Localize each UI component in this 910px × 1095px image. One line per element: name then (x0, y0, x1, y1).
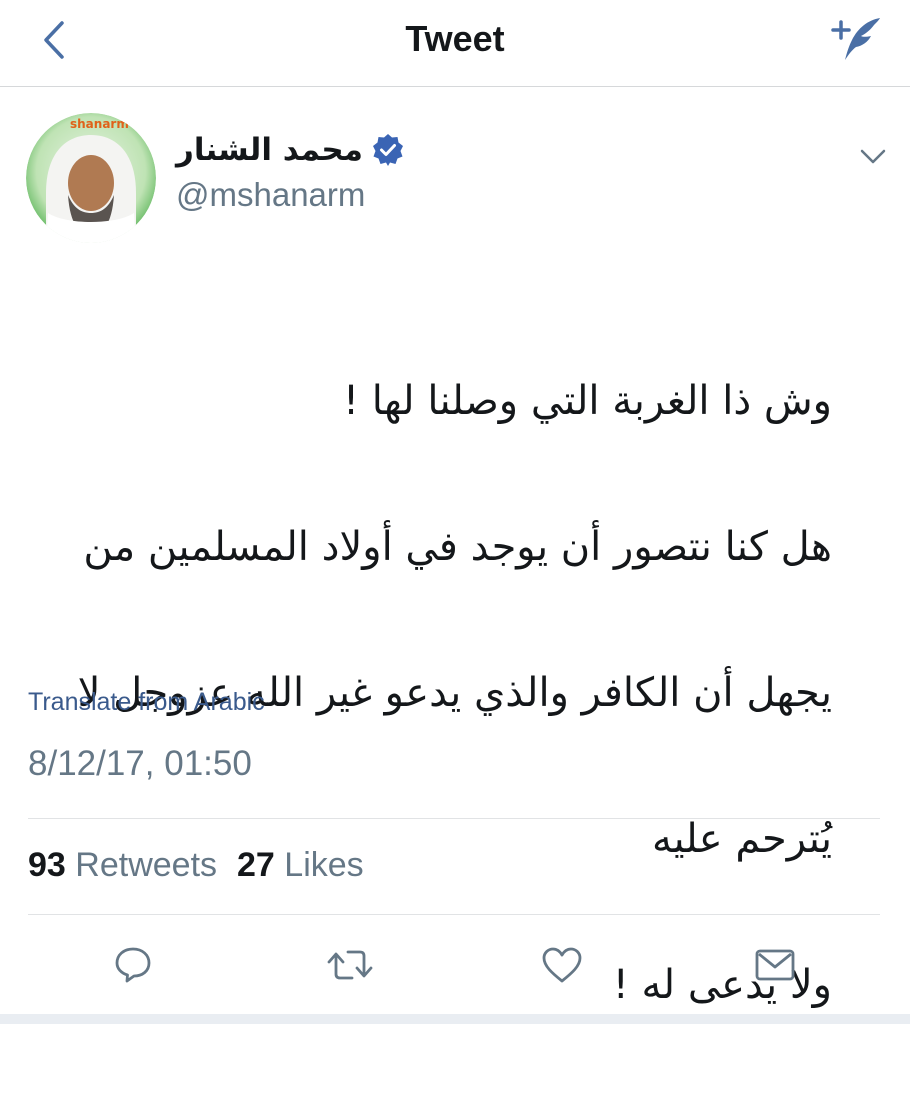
author-handle: @mshanarm (176, 176, 366, 213)
retweets-count: 93 (28, 846, 66, 884)
share-button[interactable] (750, 940, 800, 990)
likes-label: Likes (284, 846, 364, 884)
divider (28, 914, 880, 915)
author-name: محمد الشنار (176, 132, 363, 168)
like-button[interactable] (537, 940, 587, 990)
likes-count: 27 (237, 846, 275, 884)
author-info[interactable]: محمد الشنار @mshanarm (176, 128, 405, 214)
retweets-stat[interactable]: 93 Retweets (28, 846, 217, 885)
tweet-action-bar (0, 940, 910, 990)
navigation-bar: Tweet (0, 0, 910, 87)
chevron-down-icon (860, 149, 886, 164)
tweet-line: وش ذا الغربة التي وصلنا لها ! (343, 378, 832, 424)
divider (28, 818, 880, 819)
tweet-options-button[interactable] (856, 140, 890, 174)
share-icon (755, 949, 795, 981)
bottom-edge (0, 1014, 910, 1024)
reply-button[interactable] (108, 940, 158, 990)
likes-stat[interactable]: 27 Likes (237, 846, 364, 885)
compose-tweet-button[interactable] (826, 12, 888, 68)
retweet-icon (327, 950, 373, 980)
retweet-button[interactable] (325, 940, 375, 990)
verified-badge-icon (371, 133, 405, 167)
like-icon (542, 947, 582, 983)
author-avatar[interactable]: shanarm (26, 113, 156, 243)
compose-tweet-icon (831, 18, 880, 60)
page-title: Tweet (405, 18, 505, 59)
reply-icon (115, 947, 151, 983)
tweet-stats: 93 Retweets 27 Likes (28, 846, 364, 885)
tweet-line: هل كنا نتصور أن يوجد في أولاد المسلمين م… (83, 524, 832, 570)
translate-link[interactable]: Translate from Arabic (28, 688, 265, 717)
avatar-watermark: shanarm (70, 117, 129, 131)
retweets-label: Retweets (75, 846, 218, 884)
tweet-timestamp: 8/12/17, 01:50 (28, 744, 252, 783)
